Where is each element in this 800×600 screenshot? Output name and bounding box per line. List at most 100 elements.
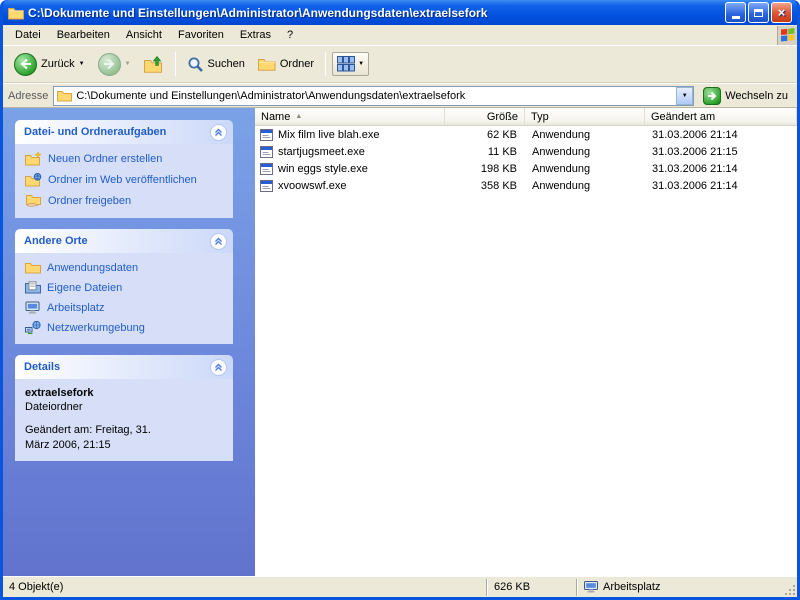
status-bar: 4 Objekt(e) 626 KB Arbeitsplatz: [3, 576, 797, 597]
go-button[interactable]: Wechseln zu: [699, 86, 792, 106]
forward-icon: [97, 52, 121, 76]
views-button[interactable]: ▼: [332, 52, 370, 76]
toolbar-separator: [174, 52, 176, 76]
folder-icon: [8, 6, 24, 20]
file-name: Mix film live blah.exe: [278, 128, 380, 141]
file-row[interactable]: startjugsmeet.exe 11 KB Anwendung 31.03.…: [255, 143, 797, 160]
task-publish-web[interactable]: Ordner im Web veröffentlichen: [25, 173, 225, 187]
file-type: Anwendung: [532, 128, 591, 141]
folders-label: Ordner: [279, 58, 315, 70]
address-value: C:\Dokumente und Einstellungen\Administr…: [76, 89, 466, 102]
file-row[interactable]: Mix film live blah.exe 62 KB Anwendung 3…: [255, 126, 797, 143]
file-list: Name ▲ Größe Typ Geändert am Mix film li…: [255, 108, 797, 576]
place-label: Arbeitsplatz: [47, 301, 105, 314]
place-anwendungsdaten[interactable]: Anwendungsdaten: [25, 261, 225, 274]
up-button[interactable]: [139, 54, 169, 75]
address-dropdown-button[interactable]: ▼: [676, 86, 694, 105]
back-button[interactable]: Zurück ▼: [9, 51, 90, 78]
file-row[interactable]: win eggs style.exe 198 KB Anwendung 31.0…: [255, 160, 797, 177]
panel-file-tasks: Datei- und Ordneraufgaben Neuen Ordner e…: [15, 120, 233, 218]
my-computer-icon: [584, 581, 599, 593]
toolbar-separator: [325, 52, 327, 76]
back-dropdown-icon[interactable]: ▼: [79, 61, 85, 67]
collapse-chevron-icon[interactable]: [210, 358, 227, 376]
forward-dropdown-icon[interactable]: ▼: [125, 61, 131, 67]
minimize-button[interactable]: [725, 2, 746, 23]
task-new-folder[interactable]: Neuen Ordner erstellen: [25, 152, 225, 166]
file-modified: 31.03.2006 21:15: [652, 145, 738, 158]
place-netzwerkumgebung[interactable]: Netzwerkumgebung: [25, 321, 225, 334]
window-title: C:\Dokumente und Einstellungen\Administr…: [28, 5, 488, 20]
sort-ascending-icon: ▲: [295, 113, 303, 120]
details-folder-name: extraelsefork: [25, 387, 94, 399]
panel-file-tasks-header[interactable]: Datei- und Ordneraufgaben: [15, 120, 233, 144]
main-area: Datei- und Ordneraufgaben Neuen Ordner e…: [3, 108, 797, 576]
file-modified: 31.03.2006 21:14: [652, 162, 738, 175]
panel-other-places-header[interactable]: Andere Orte: [15, 229, 233, 253]
window-controls: ×: [725, 2, 792, 23]
close-button[interactable]: ×: [771, 2, 792, 23]
file-modified: 31.03.2006 21:14: [652, 179, 738, 192]
status-location: Arbeitsplatz: [578, 577, 783, 597]
back-icon: [14, 52, 37, 76]
application-icon: [260, 128, 273, 141]
views-dropdown-icon[interactable]: ▼: [358, 61, 364, 67]
folder-up-icon: [143, 55, 164, 73]
collapse-chevron-icon[interactable]: [210, 232, 227, 250]
share-folder-icon: [25, 194, 42, 208]
windows-logo-icon: [777, 25, 797, 45]
address-folder-icon: [57, 90, 73, 102]
place-eigene-dateien[interactable]: Eigene Dateien: [25, 281, 225, 294]
menu-extras[interactable]: Extras: [232, 26, 279, 44]
application-icon: [260, 145, 273, 158]
search-icon: [187, 56, 204, 73]
file-size: 62 KB: [487, 128, 517, 141]
new-folder-icon: [25, 152, 42, 166]
resize-grip[interactable]: [783, 577, 797, 597]
column-header-modified[interactable]: Geändert am: [645, 108, 797, 126]
back-label: Zurück: [41, 58, 75, 70]
file-size: 358 KB: [480, 179, 517, 192]
menu-favoriten[interactable]: Favoriten: [170, 26, 232, 44]
search-button[interactable]: Suchen: [182, 54, 250, 75]
folders-icon: [257, 57, 276, 71]
task-pane: Datei- und Ordneraufgaben Neuen Ordner e…: [3, 108, 255, 576]
application-icon: [260, 179, 273, 192]
column-header-type[interactable]: Typ: [525, 108, 645, 126]
file-modified: 31.03.2006 21:14: [652, 128, 738, 141]
my-documents-icon: [25, 281, 41, 294]
status-object-count: 4 Objekt(e): [9, 581, 64, 593]
file-size: 198 KB: [480, 162, 517, 175]
menu-datei[interactable]: Datei: [7, 26, 49, 44]
place-label: Netzwerkumgebung: [47, 321, 145, 334]
panel-title: Details: [24, 361, 61, 373]
go-label: Wechseln zu: [725, 89, 788, 102]
place-arbeitsplatz[interactable]: Arbeitsplatz: [25, 301, 225, 314]
forward-button[interactable]: ▼: [93, 51, 136, 78]
panel-other-places-body: Anwendungsdaten Eigene Dateien Arbeitspl…: [15, 253, 233, 344]
task-label: Ordner freigeben: [48, 195, 132, 207]
address-input[interactable]: C:\Dokumente und Einstellungen\Administr…: [53, 85, 695, 106]
menu-bar: Datei Bearbeiten Ansicht Favoriten Extra…: [3, 25, 797, 46]
column-header-name[interactable]: Name ▲: [255, 108, 445, 126]
column-header-size[interactable]: Größe: [445, 108, 525, 126]
task-share-folder[interactable]: Ordner freigeben: [25, 194, 225, 208]
column-headers: Name ▲ Größe Typ Geändert am: [255, 108, 797, 126]
title-bar[interactable]: C:\Dokumente und Einstellungen\Administr…: [3, 0, 797, 25]
maximize-button[interactable]: [748, 2, 769, 23]
menu-bearbeiten[interactable]: Bearbeiten: [49, 26, 118, 44]
menu-hilfe[interactable]: ?: [279, 26, 301, 44]
publish-web-icon: [25, 173, 42, 187]
folder-icon: [25, 261, 41, 274]
file-row[interactable]: xvoowswf.exe 358 KB Anwendung 31.03.2006…: [255, 177, 797, 194]
file-type: Anwendung: [532, 179, 591, 192]
file-rows: Mix film live blah.exe 62 KB Anwendung 3…: [255, 126, 797, 576]
place-label: Eigene Dateien: [47, 281, 123, 294]
panel-other-places: Andere Orte Anwendungsdaten Eigene Datei…: [15, 229, 233, 344]
collapse-chevron-icon[interactable]: [210, 123, 227, 141]
panel-details-header[interactable]: Details: [15, 355, 233, 379]
go-arrow-icon: [703, 86, 722, 105]
views-icon: [337, 56, 356, 72]
menu-ansicht[interactable]: Ansicht: [118, 26, 170, 44]
folders-button[interactable]: Ordner: [253, 55, 319, 73]
